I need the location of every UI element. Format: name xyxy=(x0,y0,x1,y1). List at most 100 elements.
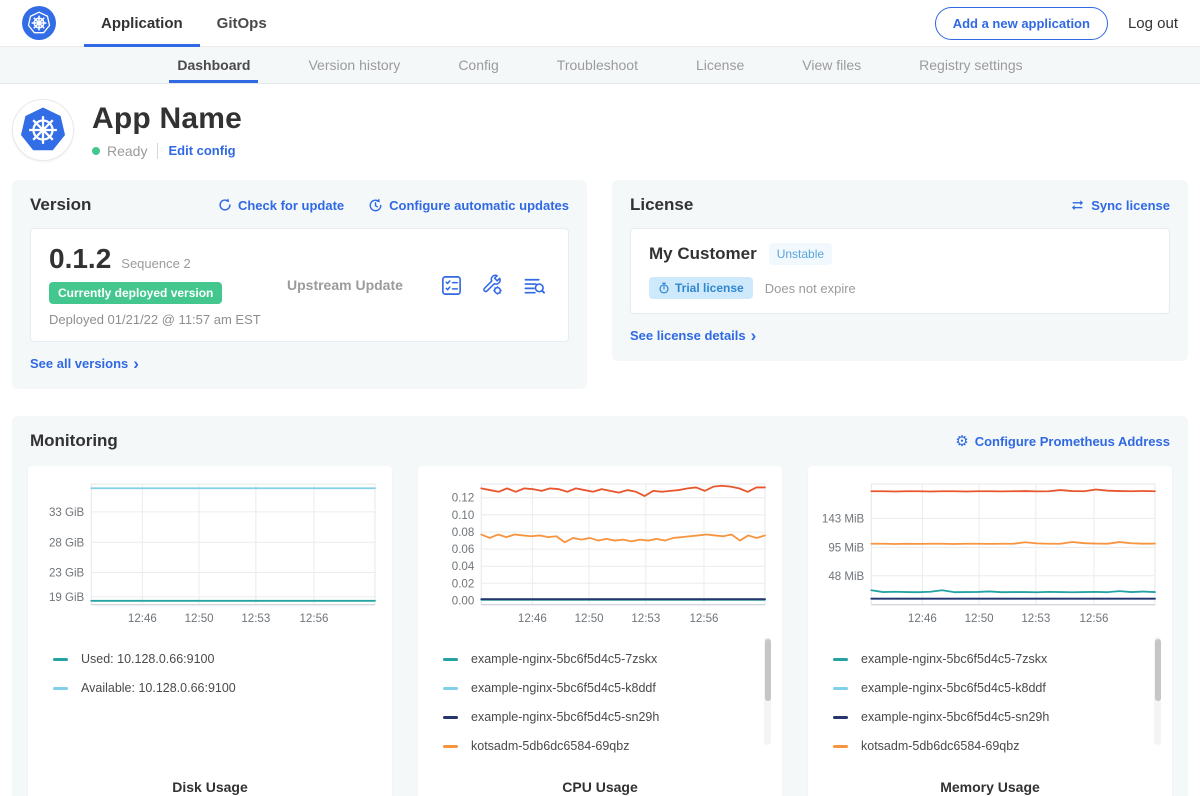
gear-icon: ⚙ xyxy=(955,434,968,449)
legend-swatch xyxy=(833,716,848,719)
svg-text:0.12: 0.12 xyxy=(452,493,474,505)
chart-card-disk-usage: 33 GiB28 GiB23 GiB19 GiB12:4612:5012:531… xyxy=(28,466,392,796)
license-box: My Customer Unstable Trial license Does … xyxy=(630,228,1170,314)
version-number: 0.1.2 xyxy=(49,243,111,275)
svg-text:12:56: 12:56 xyxy=(300,613,329,625)
tab-config[interactable]: Config xyxy=(456,47,500,83)
legend-swatch xyxy=(443,716,458,719)
legend-item[interactable]: example-nginx-5bc6f5d4c5-7zskx xyxy=(833,645,1147,674)
deployed-timestamp: Deployed 01/21/22 @ 11:57 am EST xyxy=(49,312,279,327)
svg-text:0.02: 0.02 xyxy=(452,578,474,590)
config-tools-icon[interactable] xyxy=(481,274,504,297)
page-title: App Name xyxy=(92,102,242,136)
license-expiry: Does not expire xyxy=(765,281,856,296)
sync-license-link[interactable]: Sync license xyxy=(1070,198,1170,213)
tab-troubleshoot[interactable]: Troubleshoot xyxy=(555,47,640,83)
legend-scrollbar[interactable] xyxy=(1154,637,1161,745)
legend-item[interactable]: example-nginx-5bc6f5d4c5-k8ddf xyxy=(443,674,757,703)
monitoring-section: Monitoring ⚙ Configure Prometheus Addres… xyxy=(12,416,1188,796)
chart-title: CPU Usage xyxy=(429,773,771,796)
svg-text:12:53: 12:53 xyxy=(1021,613,1050,625)
chart-legend: example-nginx-5bc6f5d4c5-7zskx example-ng… xyxy=(819,635,1161,773)
trial-license-label: Trial license xyxy=(675,281,744,295)
legend-swatch xyxy=(443,745,458,748)
legend-label: Available: 10.128.0.66:9100 xyxy=(81,681,236,695)
configure-automatic-updates-link[interactable]: Configure automatic updates xyxy=(368,198,569,213)
chart-plot: 33 GiB28 GiB23 GiB19 GiB12:4612:5012:531… xyxy=(39,478,381,635)
add-new-application-button[interactable]: Add a new application xyxy=(935,7,1108,40)
legend-label: Used: 10.128.0.66:9100 xyxy=(81,652,214,666)
svg-text:48 MiB: 48 MiB xyxy=(828,571,864,583)
svg-text:0.06: 0.06 xyxy=(452,544,474,556)
preflight-logs-icon[interactable] xyxy=(522,274,546,297)
svg-text:0.10: 0.10 xyxy=(452,510,474,522)
legend-scrollbar-thumb[interactable] xyxy=(765,639,771,701)
charts-row: 33 GiB28 GiB23 GiB19 GiB12:4612:5012:531… xyxy=(28,466,1172,796)
legend-item[interactable]: Used: 10.128.0.66:9100 xyxy=(53,645,367,674)
legend-swatch xyxy=(53,658,68,661)
svg-text:12:50: 12:50 xyxy=(965,613,994,625)
version-card-title: Version xyxy=(30,195,91,215)
tab-application-label: Application xyxy=(101,15,183,32)
refresh-icon xyxy=(218,198,232,212)
check-for-update-link[interactable]: Check for update xyxy=(218,198,344,213)
configure-prometheus-link[interactable]: ⚙ Configure Prometheus Address xyxy=(955,434,1170,449)
svg-text:12:46: 12:46 xyxy=(908,613,937,625)
legend-label: example-nginx-5bc6f5d4c5-sn29h xyxy=(861,710,1049,724)
app-avatar xyxy=(12,99,74,161)
version-source-label: Upstream Update xyxy=(287,277,403,293)
status-dot xyxy=(92,147,100,155)
legend-item[interactable]: example-nginx-5bc6f5d4c5-sn29h xyxy=(833,703,1147,732)
legend-item[interactable]: Available: 10.128.0.66:9100 xyxy=(53,674,367,703)
tab-license[interactable]: License xyxy=(694,47,746,83)
channel-badge: Unstable xyxy=(769,243,832,265)
svg-text:19 GiB: 19 GiB xyxy=(49,592,85,604)
chart-title: Memory Usage xyxy=(819,773,1161,796)
tab-registry-settings[interactable]: Registry settings xyxy=(917,47,1024,83)
legend-swatch xyxy=(833,658,848,661)
legend-swatch xyxy=(443,658,458,661)
trial-license-badge: Trial license xyxy=(649,277,753,299)
legend-scrollbar-thumb[interactable] xyxy=(1155,639,1161,701)
legend-item[interactable]: example-nginx-5bc6f5d4c5-k8ddf xyxy=(833,674,1147,703)
log-out-link[interactable]: Log out xyxy=(1128,15,1180,32)
chart-title: Disk Usage xyxy=(39,773,381,796)
top-nav: Application GitOps Add a new application… xyxy=(0,0,1200,47)
license-card: License Sync license My Customer Unstabl… xyxy=(612,180,1188,361)
see-license-details-label: See license details xyxy=(630,328,746,343)
legend-item[interactable]: kotsadm-5db6dc6584-69qbz xyxy=(443,732,757,761)
topnav-tabs: Application GitOps xyxy=(84,0,284,46)
tab-view-files[interactable]: View files xyxy=(800,47,863,83)
svg-text:12:50: 12:50 xyxy=(575,613,604,625)
see-license-details-link[interactable]: See license details› xyxy=(630,328,756,343)
tab-application[interactable]: Application xyxy=(84,0,200,46)
chart-plot: 0.120.100.080.060.040.020.0012:4612:5012… xyxy=(429,478,771,635)
svg-text:143 MiB: 143 MiB xyxy=(822,513,865,525)
current-version-box: 0.1.2 Sequence 2 Currently deployed vers… xyxy=(30,228,569,342)
version-sequence: Sequence 2 xyxy=(121,256,190,271)
chart-card-cpu-usage: 0.120.100.080.060.040.020.0012:4612:5012… xyxy=(418,466,782,796)
legend-item[interactable]: kotsadm-5db6dc6584-69qbz xyxy=(833,732,1147,761)
legend-item[interactable]: example-nginx-5bc6f5d4c5-sn29h xyxy=(443,703,757,732)
app-header: App Name Ready Edit config xyxy=(0,84,1200,175)
edit-config-link[interactable]: Edit config xyxy=(168,143,235,158)
check-for-update-label: Check for update xyxy=(238,198,344,213)
legend-swatch xyxy=(53,687,68,690)
legend-swatch xyxy=(833,687,848,690)
sync-license-label: Sync license xyxy=(1091,198,1170,213)
chart-legend: Used: 10.128.0.66:9100 Available: 10.128.… xyxy=(39,635,381,773)
tab-gitops[interactable]: GitOps xyxy=(200,0,284,46)
configure-automatic-updates-label: Configure automatic updates xyxy=(389,198,569,213)
legend-label: example-nginx-5bc6f5d4c5-k8ddf xyxy=(861,681,1046,695)
license-card-title: License xyxy=(630,195,693,215)
legend-scrollbar[interactable] xyxy=(764,637,771,745)
tab-dashboard[interactable]: Dashboard xyxy=(175,47,252,83)
svg-text:0.08: 0.08 xyxy=(452,527,474,539)
deployed-badge: Currently deployed version xyxy=(49,282,222,304)
svg-text:23 GiB: 23 GiB xyxy=(49,568,85,580)
legend-swatch xyxy=(833,745,848,748)
release-notes-icon[interactable] xyxy=(440,274,463,297)
see-all-versions-link[interactable]: See all versions› xyxy=(30,356,139,371)
tab-version-history[interactable]: Version history xyxy=(306,47,402,83)
legend-item[interactable]: example-nginx-5bc6f5d4c5-7zskx xyxy=(443,645,757,674)
